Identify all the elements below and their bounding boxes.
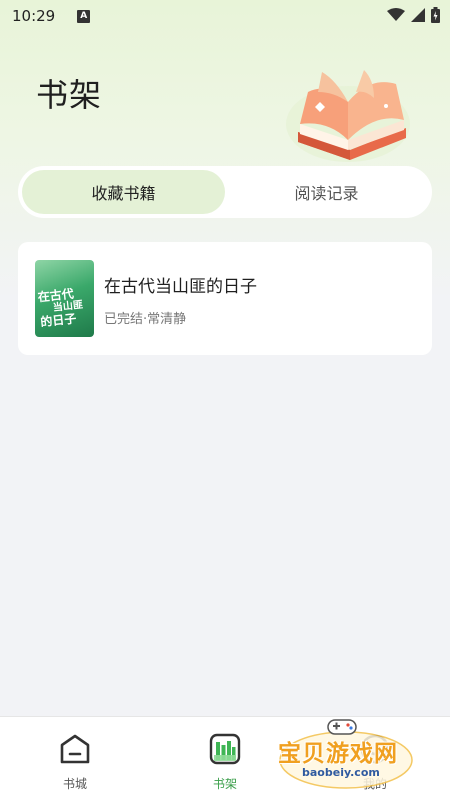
watermark-text: 宝贝游戏网 bbox=[278, 741, 398, 767]
tab-bar: 收藏书籍 阅读记录 bbox=[18, 166, 432, 218]
nav-item-bookshelf[interactable]: 书架 bbox=[195, 733, 255, 792]
book-cover[interactable]: 在古代 当山匪 的日子 bbox=[35, 260, 94, 337]
wifi-icon bbox=[387, 8, 405, 21]
page-title: 书架 bbox=[36, 76, 103, 114]
book-card[interactable]: 在古代 当山匪 的日子 在古代当山匪的日子 已完结·常清静 bbox=[18, 242, 432, 355]
bookshelf-icon bbox=[209, 733, 241, 765]
status-time: 10:29 bbox=[12, 7, 56, 25]
battery-icon bbox=[431, 7, 440, 23]
signal-icon bbox=[411, 8, 425, 22]
status-icons bbox=[387, 7, 440, 23]
book-cover-text: 在古代 当山匪 的日子 bbox=[37, 286, 84, 330]
watermark-url: baobeiy.com bbox=[302, 766, 380, 779]
book-title[interactable]: 在古代当山匪的日子 bbox=[104, 272, 257, 297]
home-icon bbox=[60, 734, 90, 764]
watermark-overlay: 宝贝游戏网 baobeiy.com bbox=[272, 714, 422, 794]
nav-label-bookstore: 书城 bbox=[62, 777, 87, 791]
tab-favorite-books[interactable]: 收藏书籍 bbox=[22, 170, 225, 214]
status-bar: 10:29 A bbox=[0, 0, 450, 32]
tab-reading-history[interactable]: 阅读记录 bbox=[225, 170, 428, 214]
nav-label-bookshelf: 书架 bbox=[212, 777, 237, 791]
notification-badge: A bbox=[77, 9, 91, 23]
nav-item-bookstore[interactable]: 书城 bbox=[45, 733, 105, 792]
book-meta: 已完结·常清静 bbox=[104, 312, 187, 327]
open-book-illustration bbox=[286, 70, 410, 162]
